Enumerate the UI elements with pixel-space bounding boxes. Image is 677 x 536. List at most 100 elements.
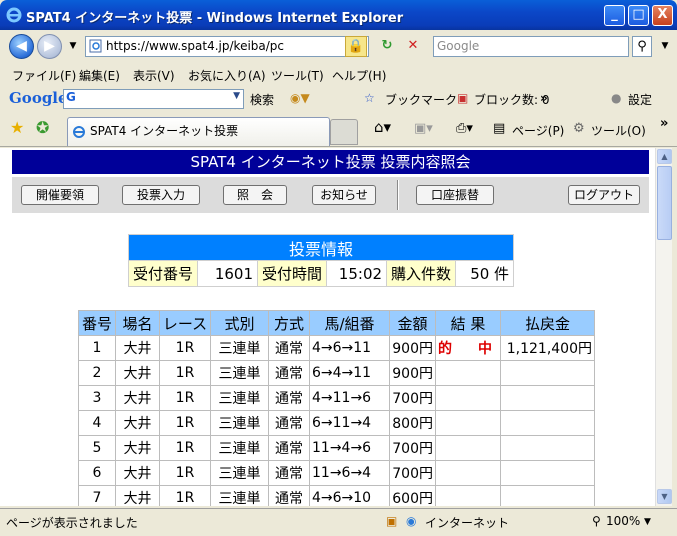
menu-view[interactable]: 表示(V) (133, 67, 175, 84)
cell-amount: 900円 (389, 360, 436, 386)
search-dropdown-icon[interactable]: ▼ (654, 36, 676, 57)
cell-payout (500, 410, 595, 436)
cell-result: 的 中 (435, 335, 501, 361)
cell-result (435, 385, 501, 411)
status-bar: ページが表示されました ▣ ◉ インターネット ⚲ 100% ▼ (0, 508, 677, 536)
menu-edit[interactable]: 編集(E) (79, 67, 120, 84)
col-number: 番号 (78, 310, 116, 336)
search-input[interactable]: Google (433, 36, 629, 57)
back-button[interactable]: ◀ (9, 34, 34, 59)
vertical-scrollbar[interactable]: ▲ ▼ (655, 148, 672, 506)
cell-method: 通常 (268, 435, 310, 461)
ie-icon (6, 7, 22, 23)
cell-venue: 大井 (115, 360, 160, 386)
tab-active[interactable]: SPAT4 インターネット投票 (67, 117, 330, 146)
cell-bet-type: 三連単 (210, 385, 269, 411)
menu-file[interactable]: ファイル(F) (12, 67, 76, 84)
favorites-star-icon[interactable]: ★ (10, 118, 24, 137)
zoom-icon[interactable]: ⚲ (592, 514, 601, 528)
scroll-up-icon[interactable]: ▲ (657, 149, 672, 164)
google-tools-icon[interactable]: ◉▼ (290, 91, 310, 105)
zone-label[interactable]: インターネット (425, 514, 509, 531)
tools-gear-icon[interactable]: ⚙ (573, 121, 585, 136)
cell-combination: 11→6→4 (309, 460, 390, 486)
page-menu[interactable]: ページ(P) (512, 122, 564, 139)
home-icon[interactable]: ⌂▾ (374, 118, 391, 136)
bet-info-caption: 投票情報 (127, 234, 515, 261)
time-label: 受付時間 (257, 260, 328, 287)
address-url: https://www.spat4.jp/keiba/pc (106, 39, 285, 53)
toolbar-chevron-icon[interactable]: » (660, 116, 668, 131)
nav-dropdown-icon[interactable]: ▼ (62, 36, 84, 57)
more-chevron-icon[interactable]: » (540, 91, 548, 105)
notice-button[interactable]: お知らせ (312, 185, 376, 205)
close-button[interactable]: X (652, 5, 673, 26)
cell-result (435, 410, 501, 436)
tools-menu[interactable]: ツール(O) (591, 122, 646, 139)
lock-icon[interactable]: 🔒 (345, 36, 367, 57)
cell-number: 4 (78, 410, 116, 436)
google-search-input[interactable]: G ▼ (63, 89, 244, 109)
stop-icon[interactable]: ✕ (402, 36, 424, 57)
cell-payout (500, 385, 595, 411)
zoom-level[interactable]: 100% (606, 514, 640, 528)
minimize-button[interactable]: _ (604, 5, 625, 26)
count-value: 50 件 (455, 260, 515, 287)
page-menu-icon[interactable]: ▤ (493, 121, 505, 136)
blocked-count[interactable]: ブロック数: 0 (474, 91, 550, 108)
settings-button[interactable]: 設定 (628, 91, 652, 108)
table-row: 6 大井 1R 三連単 通常 11→6→4 700円 (78, 460, 595, 486)
zoom-dropdown-icon[interactable]: ▼ (644, 517, 651, 527)
search-icon[interactable]: ⚲ (632, 36, 652, 57)
table-row: 1 大井 1R 三連単 通常 4→6→11 900円的 中 1,121,400円 (78, 335, 595, 361)
col-race: レース (159, 310, 211, 336)
inquiry-button[interactable]: 照 会 (223, 185, 287, 205)
cell-method: 通常 (268, 360, 310, 386)
cell-venue: 大井 (115, 460, 160, 486)
add-favorite-icon[interactable]: ✪ (36, 118, 49, 137)
col-venue: 場名 (115, 310, 160, 336)
cell-payout: 1,121,400円 (500, 335, 595, 361)
cell-bet-type: 三連単 (210, 335, 269, 361)
cell-venue: 大井 (115, 335, 160, 361)
bookmarks-button[interactable]: ブックマーク (385, 91, 457, 108)
menu-tools[interactable]: ツール(T) (271, 67, 324, 84)
cell-result (435, 460, 501, 486)
tab-title: SPAT4 インターネット投票 (90, 124, 239, 138)
cell-combination: 6→11→4 (309, 410, 390, 436)
account-transfer-button[interactable]: 口座振替 (416, 185, 494, 205)
cell-race: 1R (159, 460, 211, 486)
print-icon[interactable]: ⎙▾ (456, 121, 473, 136)
cell-race: 1R (159, 360, 211, 386)
cell-payout (500, 360, 595, 386)
scroll-thumb[interactable] (657, 166, 672, 240)
table-row: 5 大井 1R 三連単 通常 11→4→6 700円 (78, 435, 595, 461)
logout-button[interactable]: ログアウト (568, 185, 640, 205)
feeds-icon[interactable]: ▣▾ (414, 121, 433, 136)
guide-button[interactable]: 開催要領 (21, 185, 99, 205)
cell-venue: 大井 (115, 485, 160, 506)
address-input[interactable]: https://www.spat4.jp/keiba/pc ▼ (85, 36, 369, 57)
cell-method: 通常 (268, 460, 310, 486)
cell-number: 6 (78, 460, 116, 486)
cell-combination: 6→4→11 (309, 360, 390, 386)
refresh-icon[interactable]: ↻ (376, 36, 398, 57)
google-dropdown-icon[interactable]: ▼ (233, 91, 240, 101)
bet-input-button[interactable]: 投票入力 (122, 185, 200, 205)
cell-number: 2 (78, 360, 116, 386)
forward-button[interactable]: ▶ (37, 34, 62, 59)
new-tab-button[interactable] (330, 119, 358, 145)
maximize-button[interactable]: □ (628, 5, 649, 26)
menu-favorites[interactable]: お気に入り(A) (188, 67, 266, 84)
tab-ie-icon (73, 126, 85, 138)
google-toolbar: Google G ▼ 検索 ◉▼ ☆ ブックマーク ▣ ブロック数: 0 » ●… (0, 86, 677, 112)
cell-venue: 大井 (115, 410, 160, 436)
google-logo[interactable]: Google (9, 89, 68, 107)
settings-icon[interactable]: ● (611, 91, 621, 105)
menu-help[interactable]: ヘルプ(H) (332, 67, 386, 84)
cell-method: 通常 (268, 410, 310, 436)
scroll-down-icon[interactable]: ▼ (657, 489, 672, 504)
bookmark-star-icon[interactable]: ☆ (364, 91, 375, 105)
google-search-button[interactable]: 検索 (250, 91, 274, 108)
cell-number: 5 (78, 435, 116, 461)
